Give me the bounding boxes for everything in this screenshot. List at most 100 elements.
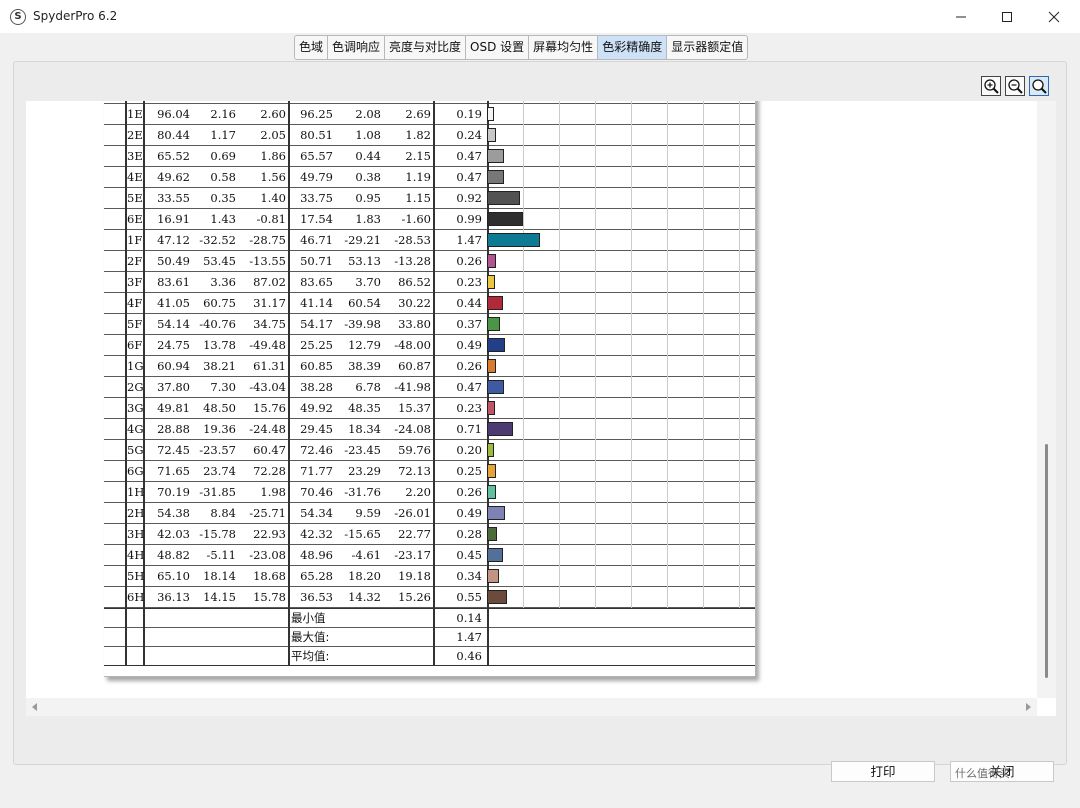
cell-id: 2G (127, 380, 144, 394)
column-divider (143, 251, 145, 272)
table-row: 3H 42.03 -15.78 22.93 42.32 -15.65 22.77 0.28 (104, 524, 755, 545)
tab-2[interactable]: 亮度与对比度 (385, 36, 467, 59)
chart-gridline (667, 146, 668, 167)
chart-gridline (739, 146, 740, 167)
cell-meas-l: 17.54 (300, 212, 333, 226)
chart-gridline (523, 146, 524, 167)
cell-meas-l: 54.34 (300, 506, 333, 520)
chart-gridline (559, 545, 560, 566)
cell-meas-b: 0.22 (381, 101, 431, 103)
cell-meas-l: 65.28 (300, 569, 333, 583)
chart-gridline (739, 524, 740, 545)
cell-id: 5E (127, 191, 143, 205)
cell-ref-b: 31.17 (253, 296, 286, 310)
minimize-button[interactable] (938, 0, 984, 33)
chart-gridline (523, 209, 524, 230)
chart-gridline (631, 419, 632, 440)
chart-gridline (595, 524, 596, 545)
cell-id: 5F (127, 317, 143, 331)
cell-ref-a: 19.36 (203, 422, 236, 436)
cell-meas-l: 25.25 (300, 338, 333, 352)
chart-gridline (703, 251, 704, 272)
column-divider (433, 251, 435, 272)
scroll-right-icon[interactable] (1026, 703, 1031, 711)
cell-meas-b: -23.17 (394, 548, 431, 562)
cell-de: 0.92 (456, 191, 482, 205)
cell-meas-l: 41.14 (300, 296, 333, 310)
cell-meas-a: 23.29 (348, 464, 381, 478)
column-divider (143, 230, 145, 251)
column-divider (288, 609, 290, 628)
chart-gridline (703, 167, 704, 188)
tab-1[interactable]: 色调响应 (328, 36, 386, 59)
maximize-button[interactable] (984, 0, 1030, 33)
scroll-left-icon[interactable] (32, 703, 37, 711)
tab-6[interactable]: 显示器额定值 (667, 36, 747, 59)
cell-ref-b: 1.40 (260, 191, 286, 205)
chart-gridline (631, 503, 632, 524)
cell-meas-b: 1.82 (405, 128, 431, 142)
chart-gridline (595, 314, 596, 335)
cell-meas-b: -26.01 (394, 506, 431, 520)
close-window-button[interactable] (1031, 0, 1077, 33)
delta-e-bar (487, 443, 495, 457)
column-divider (288, 293, 290, 314)
chart-gridline (595, 545, 596, 566)
cell-id: 5H (127, 569, 145, 583)
column-divider (433, 609, 435, 628)
delta-e-bar (487, 569, 500, 583)
tab-4[interactable]: 屏幕均匀性 (529, 36, 599, 59)
cell-de: 1.47 (456, 233, 482, 247)
cell-meas-l: 50.71 (300, 254, 333, 268)
cell-de: 0.71 (456, 422, 482, 436)
chart-gridline (667, 377, 668, 398)
zoom-out-icon (1008, 79, 1023, 94)
report-viewer[interactable]: 6D20.00.220.4320.220.010.220.491E96.042.… (26, 101, 1056, 716)
cell-ref-l: 49.62 (157, 170, 190, 184)
cell-ref-l: 42.03 (157, 527, 190, 541)
chart-gridline (667, 335, 668, 356)
cell-meas-a: 1.08 (355, 128, 381, 142)
cell-ref-l: 70.19 (157, 485, 190, 499)
column-divider (288, 251, 290, 272)
zoom-in-button[interactable] (981, 76, 1001, 96)
column-divider (143, 335, 145, 356)
print-button[interactable]: 打印 (831, 761, 935, 782)
cell-ref-a: 0.22 (190, 101, 236, 103)
cell-de: 0.47 (456, 380, 482, 394)
table-row: 1F 47.12 -32.52 -28.75 46.71 -29.21 -28.53 1.47 (104, 230, 755, 251)
column-divider (433, 104, 435, 125)
chart-gridline (739, 335, 740, 356)
column-divider (433, 440, 435, 461)
vertical-scroll-thumb[interactable] (1045, 444, 1048, 678)
chart-gridline (667, 209, 668, 230)
column-divider (288, 377, 290, 398)
cell-id: 4G (127, 422, 144, 436)
tab-3[interactable]: OSD 设置 (466, 36, 530, 59)
column-divider (433, 587, 435, 608)
zoom-fit-button[interactable] (1029, 76, 1049, 96)
cell-ref-l: 16.91 (157, 212, 190, 226)
cell-ref-a: 3.36 (210, 275, 236, 289)
chart-gridline (703, 356, 704, 377)
delta-e-bar (487, 464, 496, 478)
cell-id: 2F (127, 254, 143, 268)
summary-row: 最大值: 1.47 (104, 628, 755, 647)
vertical-scrollbar[interactable] (1037, 101, 1056, 698)
column-divider (125, 647, 127, 666)
tab-5[interactable]: 色彩精确度 (598, 36, 668, 59)
tab-0[interactable]: 色域 (295, 36, 329, 59)
horizontal-scrollbar[interactable] (26, 698, 1037, 716)
column-divider (288, 146, 290, 167)
zoom-out-button[interactable] (1005, 76, 1025, 96)
delta-e-bar (487, 212, 523, 226)
cell-de: 0.24 (456, 128, 482, 142)
chart-gridline (559, 335, 560, 356)
scroll-corner (1037, 698, 1056, 716)
column-divider (288, 545, 290, 566)
chart-gridline (667, 587, 668, 608)
cell-meas-a: 12.79 (348, 338, 381, 352)
chart-gridline (631, 461, 632, 482)
cell-meas-a: -29.21 (344, 233, 381, 247)
chart-gridline (523, 188, 524, 209)
